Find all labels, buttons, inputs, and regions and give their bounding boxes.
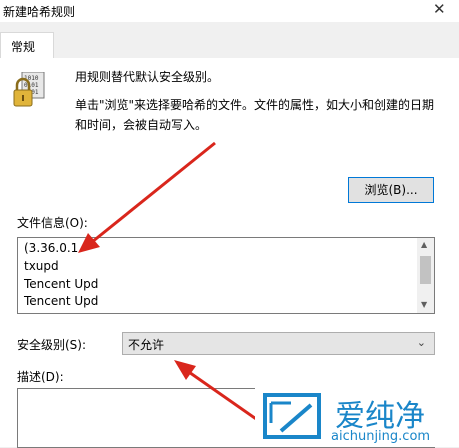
watermark-url: aichunjing.com (331, 429, 431, 444)
watermark-logo-icon (263, 393, 321, 439)
annotation-arrows (78, 141, 283, 439)
arrow-to-file-info (78, 141, 216, 253)
watermark: 爱纯净 aichunjing.com (255, 387, 459, 447)
